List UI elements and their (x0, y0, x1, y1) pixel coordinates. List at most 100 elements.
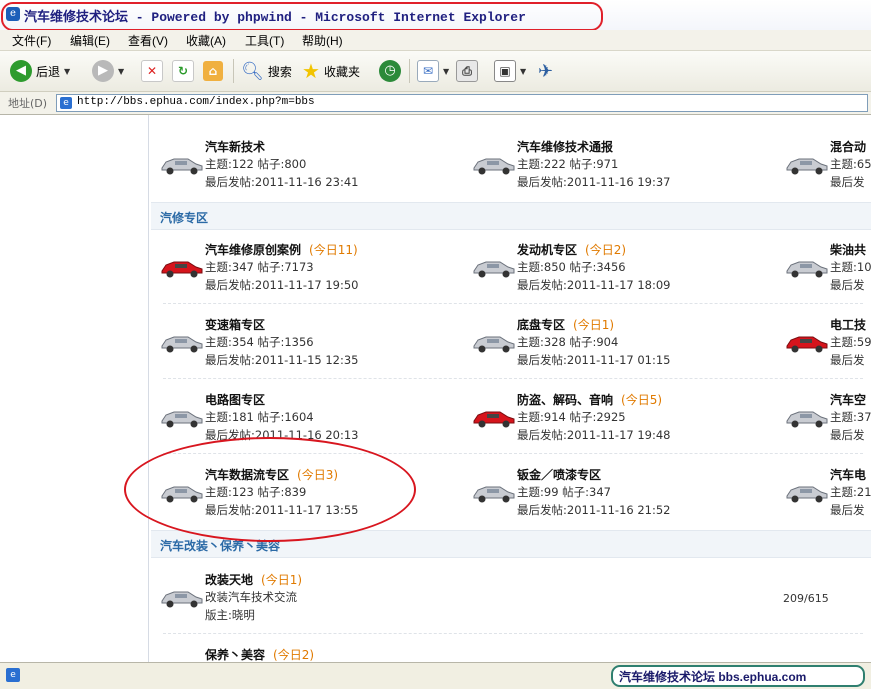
history-button[interactable]: ◷ (379, 57, 401, 85)
menu-edit[interactable]: 编辑(E) (70, 32, 110, 49)
toolbar: ◀ 后退 ▼ ▶ ▼ ✕ ↻ ⌂ 🔍︎ 搜索 ★ 收藏夹 ◷ ✉ ▼ ⎙ ▣ ▼… (0, 51, 871, 92)
forum-cell[interactable]: 电工技 主题:59 最后发 (776, 310, 871, 380)
forum-cell[interactable]: 汽车空 主题:37 最后发 (776, 385, 871, 455)
forum-name[interactable]: 防盗、解码、音响 (今日5) (517, 391, 662, 408)
forum-cell[interactable]: 保养丶美容 (今日2) (151, 640, 851, 662)
search-label: 搜索 (267, 64, 292, 79)
car-icon (161, 261, 203, 278)
forum-stats: 主题:181 帖子:1604 (205, 410, 314, 424)
today-count: (今日5) (621, 393, 663, 407)
forum-list: 汽车新技术 主题:122 帖子:800 最后发帖:2011-11-16 23:4… (151, 115, 871, 662)
forum-name[interactable]: 柴油共 (830, 241, 866, 258)
forum-name[interactable]: 发动机专区 (今日2) (517, 241, 626, 258)
forum-name[interactable]: 变速箱专区 (205, 316, 265, 333)
today-count: (今日1) (261, 573, 303, 587)
forum-name[interactable]: 电工技 (830, 316, 866, 333)
forum-stats: 主题:99 帖子:347 (517, 485, 611, 499)
forum-cell[interactable]: 汽车维修技术通报 主题:222 帖子:971 最后发帖:2011-11-16 1… (463, 132, 763, 202)
menu-favorites[interactable]: 收藏(A) (186, 32, 226, 49)
forum-last-post: 最后发帖:2011-11-17 18:09 (517, 278, 671, 292)
forum-cell[interactable]: 汽车电 主题:21 最后发 (776, 460, 871, 530)
back-button[interactable]: ◀ 后退 ▼ (10, 57, 70, 85)
page-content: 汽车新技术 主题:122 帖子:800 最后发帖:2011-11-16 23:4… (0, 115, 871, 662)
forum-name[interactable]: 电路图专区 (205, 391, 265, 408)
mail-button[interactable]: ✉ ▼ (417, 57, 449, 85)
back-arrow-icon: ◀ (10, 60, 32, 82)
forum-last-post: 最后发帖:2011-11-16 21:52 (517, 503, 671, 517)
row-divider (163, 633, 863, 634)
forum-name[interactable]: 汽车新技术 (205, 138, 265, 155)
forum-cell[interactable]: 混合动 主题:65 最后发 (776, 132, 871, 202)
annotation-title-circle (1, 2, 603, 31)
stop-button[interactable]: ✕ (141, 57, 163, 85)
menu-file[interactable]: 文件(F) (12, 32, 51, 49)
mail-icon: ✉ (417, 60, 439, 82)
toolbar-separator (233, 59, 234, 83)
forum-cell[interactable]: 柴油共 主题:10 最后发 (776, 235, 871, 305)
forward-button[interactable]: ▶ ▼ (92, 57, 124, 85)
favorites-button[interactable]: ★ 收藏夹 (302, 57, 360, 85)
forum-name[interactable]: 底盘专区 (今日1) (517, 316, 614, 333)
refresh-button[interactable]: ↻ (172, 57, 194, 85)
forum-name[interactable]: 钣金／喷漆专区 (517, 466, 601, 483)
print-icon: ⎙ (456, 60, 478, 82)
messenger-button[interactable]: ✈ (538, 57, 553, 85)
forum-name[interactable]: 汽车维修技术通报 (517, 138, 613, 155)
forum-cell[interactable]: 发动机专区 (今日2) 主题:850 帖子:3456 最后发帖:2011-11-1… (463, 235, 763, 305)
car-icon (786, 486, 828, 503)
address-input[interactable]: e http://bbs.ephua.com/index.php?m=bbs (56, 94, 868, 112)
address-bar: 地址(D) e http://bbs.ephua.com/index.php?m… (0, 92, 871, 115)
forum-name[interactable]: 汽车维修原创案例 (今日11) (205, 241, 358, 258)
forum-stats: 主题:65 (830, 157, 871, 171)
car-icon (786, 261, 828, 278)
car-icon (473, 411, 515, 428)
forum-name[interactable]: 汽车电 (830, 466, 866, 483)
forum-cell[interactable]: 钣金／喷漆专区 主题:99 帖子:347 最后发帖:2011-11-16 21:… (463, 460, 763, 530)
car-icon (473, 261, 515, 278)
search-icon: 🔍︎ (241, 60, 264, 82)
home-icon: ⌂ (203, 61, 223, 81)
forum-counts: 209/615 (783, 592, 829, 605)
car-icon (161, 336, 203, 353)
forum-name[interactable]: 改装天地 (今日1) (205, 571, 302, 588)
forum-stats: 主题:222 帖子:971 (517, 157, 619, 171)
menu-help[interactable]: 帮助(H) (302, 32, 343, 49)
home-button[interactable]: ⌂ (203, 57, 223, 85)
forum-stats: 主题:37 (830, 410, 871, 424)
menu-bar: 文件(F) 编辑(E) 查看(V) 收藏(A) 工具(T) 帮助(H) (0, 30, 871, 51)
back-label: 后退 (36, 64, 61, 79)
forum-cell[interactable]: 防盗、解码、音响 (今日5) 主题:914 帖子:2925 最后发帖:2011-1… (463, 385, 763, 455)
forward-dropdown-icon[interactable]: ▼ (118, 67, 124, 76)
search-button[interactable]: 🔍︎ 搜索 (241, 57, 292, 85)
forum-name[interactable]: 汽车空 (830, 391, 866, 408)
forum-cell[interactable]: 底盘专区 (今日1) 主题:328 帖子:904 最后发帖:2011-11-17 … (463, 310, 763, 380)
forum-last-post: 最后发 (830, 353, 865, 367)
edit-button[interactable]: ▣ ▼ (494, 57, 526, 85)
forum-last-post: 最后发 (830, 175, 865, 189)
forum-cell[interactable]: 变速箱专区 主题:354 帖子:1356 最后发帖:2011-11-15 12:… (151, 310, 451, 380)
forum-cell[interactable]: 汽车新技术 主题:122 帖子:800 最后发帖:2011-11-16 23:4… (151, 132, 451, 202)
messenger-icon: ✈ (538, 60, 554, 82)
address-url: http://bbs.ephua.com/index.php?m=bbs (77, 96, 315, 108)
forum-stats: 主题:850 帖子:3456 (517, 260, 626, 274)
menu-tools[interactable]: 工具(T) (245, 32, 284, 49)
forum-name[interactable]: 保养丶美容 (今日2) (205, 646, 314, 662)
forum-moderator: 版主:晓明 (205, 608, 255, 622)
edit-dropdown-icon[interactable]: ▼ (520, 67, 526, 76)
forum-cell[interactable]: 汽车维修原创案例 (今日11) 主题:347 帖子:7173 最后发帖:2011-… (151, 235, 451, 305)
print-button[interactable]: ⎙ (456, 57, 478, 85)
forum-last-post: 最后发帖:2011-11-16 19:37 (517, 175, 671, 189)
back-dropdown-icon[interactable]: ▼ (64, 67, 70, 76)
forum-stats: 主题:122 帖子:800 (205, 157, 307, 171)
menu-view[interactable]: 查看(V) (128, 32, 168, 49)
forum-name[interactable]: 混合动 (830, 138, 866, 155)
forum-cell[interactable]: 改装天地 (今日1) 改装汽车技术交流 版主:晓明 209/615 (151, 565, 851, 635)
forum-stats: 主题:21 (830, 485, 871, 499)
forum-stats: 主题:347 帖子:7173 (205, 260, 314, 274)
mail-dropdown-icon[interactable]: ▼ (443, 67, 449, 76)
favorites-star-icon: ★ (302, 59, 320, 83)
window-titlebar: e 汽车维修技术论坛 - Powered by phpwind - Micros… (0, 0, 871, 31)
section-header: 汽修专区 (151, 202, 871, 230)
address-label: 地址(D) (8, 97, 48, 110)
section-title[interactable]: 汽修专区 (160, 209, 208, 226)
